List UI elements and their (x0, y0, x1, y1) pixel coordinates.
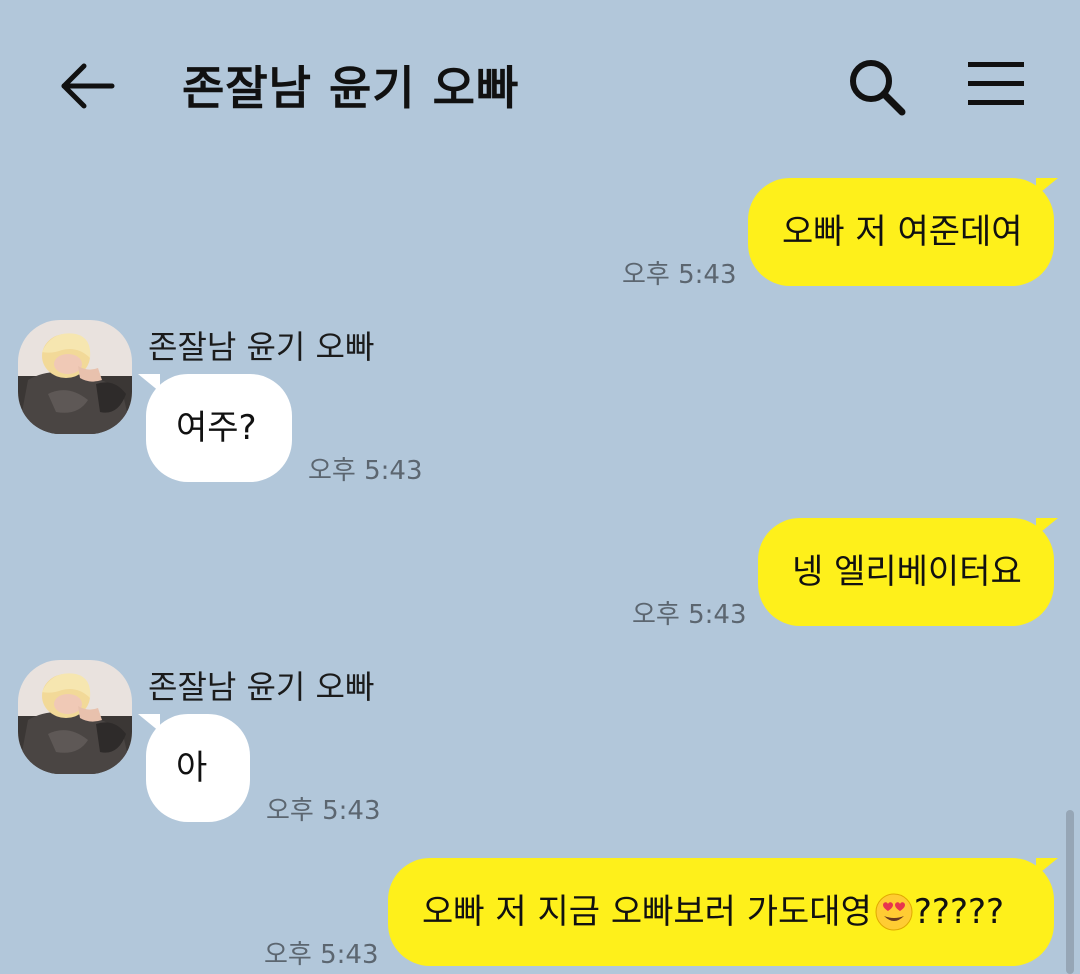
chat-title: 존잘남 윤기 오빠 (182, 61, 520, 115)
their-message-bubble[interactable]: 아 (146, 714, 250, 822)
message-time: 오후 5:43 (266, 796, 381, 826)
message-text: 여주? (176, 408, 257, 448)
hamburger-menu-icon[interactable] (966, 58, 1026, 110)
scrollbar[interactable] (1066, 810, 1074, 974)
my-message-bubble[interactable]: 오빠 저 여준데여 (748, 178, 1054, 286)
arrow-left-icon[interactable] (58, 56, 118, 116)
chat-header: 존잘남 윤기 오빠 (0, 0, 1080, 170)
message-time: 오후 5:43 (264, 940, 379, 970)
message-text: 오빠 저 여준데여 (782, 212, 1023, 252)
message-text: 오빠 저 지금 오빠보러 가도대영 (422, 892, 872, 932)
my-message-bubble[interactable]: 넹 엘리베이터요 (758, 518, 1054, 626)
sender-name: 존잘남 윤기 오빠 (148, 328, 375, 366)
message-text-suffix: ????? (913, 892, 1005, 932)
profile-photo (18, 320, 132, 434)
heart-eyes-emoji-icon (875, 893, 913, 931)
search-icon[interactable] (846, 56, 908, 118)
message-time: 오후 5:43 (622, 260, 737, 290)
avatar[interactable] (18, 320, 132, 434)
sender-name: 존잘남 윤기 오빠 (148, 668, 375, 706)
message-text: 아 (176, 748, 208, 788)
message-time: 오후 5:43 (308, 456, 423, 486)
their-message-bubble[interactable]: 여주? (146, 374, 292, 482)
profile-photo (18, 660, 132, 774)
message-text: 넹 엘리베이터요 (792, 552, 1022, 592)
my-message-bubble[interactable]: 오빠 저 지금 오빠보러 가도대영 ????? (388, 858, 1054, 966)
message-time: 오후 5:43 (632, 600, 747, 630)
avatar[interactable] (18, 660, 132, 774)
